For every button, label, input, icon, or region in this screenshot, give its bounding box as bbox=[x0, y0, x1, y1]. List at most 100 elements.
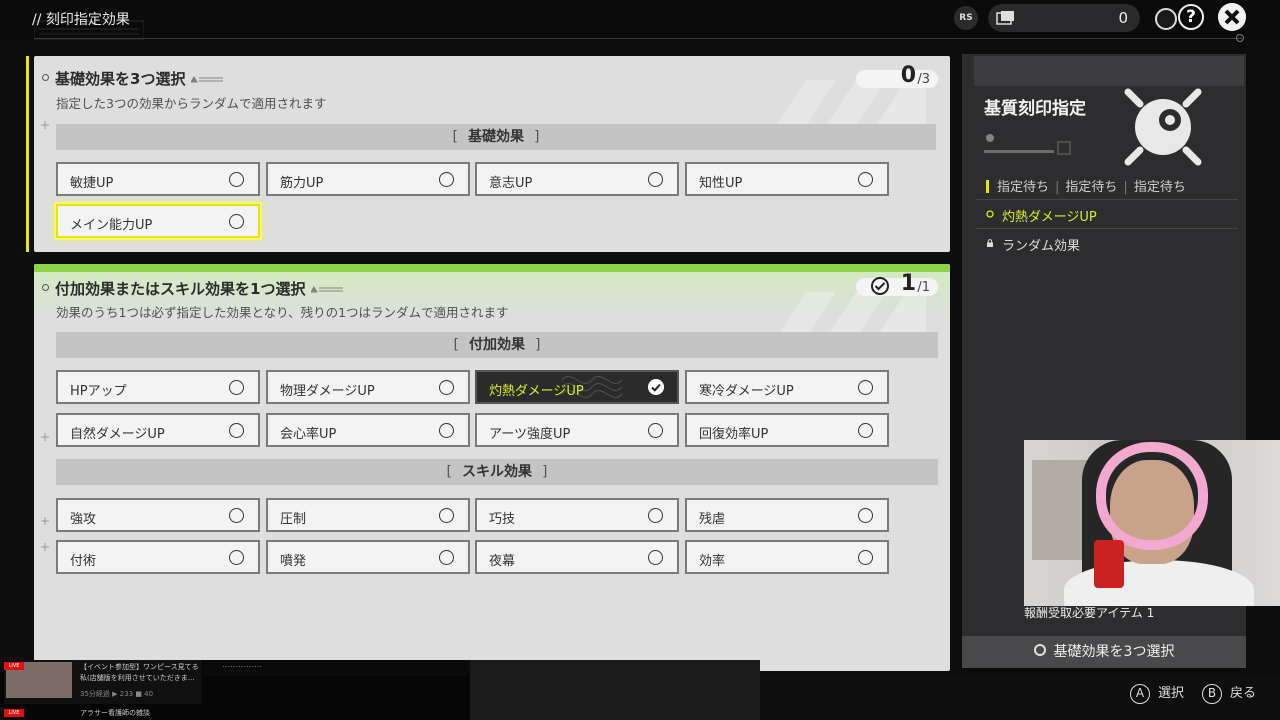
radio-icon bbox=[229, 172, 244, 187]
panel-complete-bar bbox=[34, 264, 950, 272]
extra-count-badge: 1 /1 bbox=[856, 271, 938, 296]
heading-mini-decoration bbox=[311, 286, 344, 293]
option-crit-rate-up[interactable]: 会心率UP bbox=[266, 413, 470, 447]
option-heat-damage-up[interactable]: 灼熱ダメージUP bbox=[475, 370, 679, 404]
select-hint[interactable]: A 選択 bbox=[1130, 682, 1184, 704]
webcam-mask bbox=[1096, 442, 1208, 550]
base-effects-panel: 基礎効果を3つ選択 指定した3つの効果からランダムで適用されます 0 /3 [基… bbox=[34, 56, 950, 252]
base-category-bar: [基礎効果] bbox=[56, 124, 936, 150]
option-skill-enchant[interactable]: 付術 bbox=[56, 540, 260, 574]
extra-count: 1 bbox=[900, 271, 916, 296]
stream-1-meta: 35分経過 ▶ 233 ■ 40 bbox=[80, 690, 154, 698]
option-physical-damage-up[interactable]: 物理ダメージUP bbox=[266, 370, 470, 404]
webcam-tag bbox=[1094, 540, 1124, 588]
plus-marker-icon: + bbox=[40, 540, 51, 554]
stream-2-title: アラサー看護師の雑談 bbox=[80, 709, 150, 717]
switch-icon[interactable] bbox=[1155, 8, 1177, 30]
radio-icon bbox=[439, 508, 454, 523]
option-skill-nightfall[interactable]: 夜幕 bbox=[475, 540, 679, 574]
base-section-subtitle: 指定した3つの効果からランダムで適用されます bbox=[56, 96, 327, 111]
heading-mini-decoration bbox=[191, 76, 224, 83]
option-arts-intensity-up[interactable]: アーツ強度UP bbox=[475, 413, 679, 447]
divider-dot bbox=[1236, 34, 1244, 42]
option-intellect-up[interactable]: 知性UP bbox=[685, 162, 889, 196]
radio-icon bbox=[229, 423, 244, 438]
skill-category-bar: [スキル効果] bbox=[56, 459, 938, 485]
option-nature-damage-up[interactable]: 自然ダメージUP bbox=[56, 413, 260, 447]
option-skill-efficiency[interactable]: 効率 bbox=[685, 540, 889, 574]
a-button-icon: A bbox=[1130, 684, 1150, 704]
radio-icon bbox=[648, 423, 663, 438]
option-skill-brutality[interactable]: 残虐 bbox=[685, 498, 889, 532]
help-icon[interactable]: ? bbox=[1178, 4, 1204, 30]
selected-effect-row: 灼熱ダメージUP bbox=[976, 199, 1238, 227]
stream-overlay-black bbox=[470, 660, 760, 720]
selected-effect-icon bbox=[986, 210, 994, 218]
rs-button-icon[interactable]: RS bbox=[954, 6, 978, 30]
radio-icon bbox=[229, 550, 244, 565]
top-bar: // 刻印指定効果 RS 0 ? bbox=[0, 0, 1280, 42]
random-effect-label: ランダム効果 bbox=[1002, 239, 1081, 254]
item-count: 0 bbox=[1118, 9, 1128, 27]
stream-1-subtitle: 私(店舗版を利用させていただきま… bbox=[80, 674, 195, 682]
radio-icon bbox=[858, 508, 873, 523]
radio-icon bbox=[858, 172, 873, 187]
radio-icon bbox=[229, 380, 244, 395]
radio-icon bbox=[648, 508, 663, 523]
focus-accent-bar bbox=[26, 56, 29, 252]
stream-1-title: 【イベント参加型】ワンピース見てる bbox=[80, 663, 199, 671]
option-skill-suppression[interactable]: 圧制 bbox=[266, 498, 470, 532]
summary-decoration bbox=[984, 134, 1071, 155]
radio-icon bbox=[439, 550, 454, 565]
check-circle-icon bbox=[871, 277, 889, 295]
radio-icon bbox=[439, 172, 454, 187]
live-badge: LIVE bbox=[4, 709, 24, 717]
base-total: /3 bbox=[917, 72, 930, 87]
extra-section-heading: 付加効果またはスキル効果を1つ選択 bbox=[42, 278, 344, 299]
selected-effect-label: 灼熱ダメージUP bbox=[1002, 210, 1097, 225]
extra-effects-panel: 付加効果またはスキル効果を1つ選択 効果のうち1つは必ず指定した効果となり、残り… bbox=[34, 264, 950, 671]
radio-icon bbox=[229, 508, 244, 523]
live-badge: LIVE bbox=[4, 662, 24, 670]
option-skill-finesse[interactable]: 巧技 bbox=[475, 498, 679, 532]
option-heal-efficiency-up[interactable]: 回復効率UP bbox=[685, 413, 889, 447]
webcam-overlay bbox=[1024, 440, 1280, 606]
radio-icon bbox=[858, 550, 873, 565]
summary-title: 基質刻印指定 bbox=[984, 99, 1086, 119]
radio-icon bbox=[858, 380, 873, 395]
heading-dot-icon bbox=[42, 74, 49, 81]
option-will-up[interactable]: 意志UP bbox=[475, 162, 679, 196]
additional-category-bar: [付加効果] bbox=[56, 332, 938, 358]
plus-marker-icon: + bbox=[40, 118, 51, 132]
random-effect-row: ランダム効果 bbox=[976, 228, 1238, 256]
b-button-icon: B bbox=[1202, 684, 1222, 704]
option-strength-up[interactable]: 筋力UP bbox=[266, 162, 470, 196]
item-icon bbox=[996, 11, 1014, 25]
stream-overlay-text: …………… bbox=[222, 660, 262, 669]
base-count-badge: 0 /3 bbox=[856, 63, 938, 88]
option-main-stat-up[interactable]: メイン能力UP bbox=[56, 204, 260, 238]
radio-icon bbox=[229, 214, 244, 229]
extra-section-subtitle: 効果のうち1つは必ず指定した効果となり、残りの1つはランダムで適用されます bbox=[56, 305, 509, 320]
radio-icon bbox=[439, 380, 454, 395]
option-skill-assault[interactable]: 強攻 bbox=[56, 498, 260, 532]
radio-icon bbox=[648, 550, 663, 565]
back-hint[interactable]: B 戻る bbox=[1202, 682, 1256, 704]
close-icon[interactable] bbox=[1218, 3, 1246, 31]
checkmark-icon bbox=[648, 379, 664, 395]
extra-total: /1 bbox=[917, 280, 930, 295]
base-count: 0 bbox=[900, 63, 916, 88]
confirm-button[interactable]: 基礎効果を3つ選択 bbox=[962, 636, 1246, 668]
slot-status-row: 指定待ち | 指定待ち | 指定待ち bbox=[986, 176, 1186, 195]
radio-icon bbox=[858, 423, 873, 438]
plus-marker-icon: + bbox=[40, 430, 51, 444]
reward-required-items: 報酬受取必要アイテム 1 bbox=[1024, 606, 1155, 620]
heading-dot-icon bbox=[42, 284, 49, 291]
option-hp-up[interactable]: HPアップ bbox=[56, 370, 260, 404]
option-cold-damage-up[interactable]: 寒冷ダメージUP bbox=[685, 370, 889, 404]
option-agility-up[interactable]: 敏捷UP bbox=[56, 162, 260, 196]
lock-icon bbox=[987, 239, 993, 247]
item-counter: 0 bbox=[988, 4, 1140, 32]
option-skill-burst[interactable]: 噴発 bbox=[266, 540, 470, 574]
radio-icon bbox=[439, 423, 454, 438]
